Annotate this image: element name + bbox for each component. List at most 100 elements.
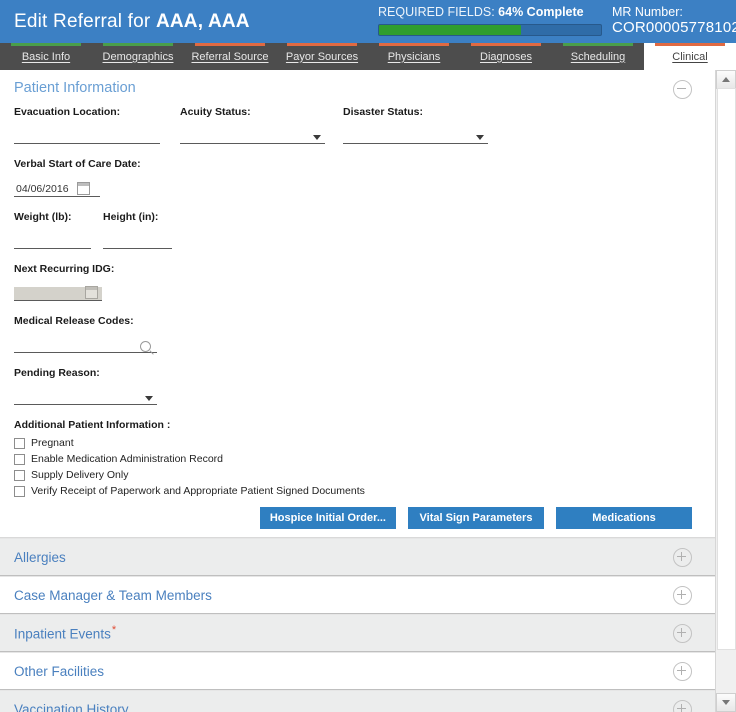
patient-name: AAA, AAA	[155, 10, 250, 32]
disaster-status-dropdown[interactable]	[343, 130, 488, 144]
tab-status-indicator	[103, 43, 173, 46]
tab-label: Payor Sources	[285, 50, 359, 63]
section-title: Inpatient Events*	[0, 624, 116, 642]
pending-reason-dropdown[interactable]	[14, 391, 157, 405]
checkbox-icon[interactable]	[14, 437, 25, 449]
next-recurring-idg-input	[14, 286, 102, 301]
additional-patient-information-checkboxes: Pregnant Enable Medication Administration…	[14, 437, 716, 497]
patient-information-panel: Patient Information Evacuation Location:…	[0, 70, 716, 538]
tab-label: Physicians	[387, 50, 441, 63]
tab-scheduling[interactable]: Scheduling	[552, 43, 644, 70]
acuity-status-label: Acuity Status:	[180, 106, 251, 118]
verbal-start-of-care-field: Verbal Start of Care Date: 04/06/2016	[14, 158, 141, 197]
checkbox-icon[interactable]	[14, 453, 25, 465]
circle-plus-icon[interactable]	[673, 700, 692, 712]
scroll-down-button[interactable]	[716, 693, 736, 712]
medical-release-codes-field: Medical Release Codes:	[14, 315, 157, 353]
tab-status-indicator	[287, 43, 357, 46]
checkbox-row[interactable]: Supply Delivery Only	[14, 469, 716, 481]
calendar-icon	[85, 286, 98, 299]
section-label: Other Facilities	[14, 663, 105, 679]
section-inpatient-events[interactable]: Inpatient Events*	[0, 614, 716, 652]
button-medications[interactable]: Medications	[556, 507, 692, 529]
verbal-start-of-care-label: Verbal Start of Care Date:	[14, 158, 141, 170]
tab-status-indicator	[655, 43, 725, 46]
pending-reason-field: Pending Reason:	[14, 367, 157, 405]
content-area: Patient Information Evacuation Location:…	[0, 70, 716, 712]
progress-track	[378, 24, 602, 36]
section-title: Other Facilities	[0, 664, 104, 679]
collapsible-sections: Allergies Case Manager & Team Members Inpa…	[0, 538, 716, 712]
height-field: Height (in):	[103, 211, 172, 249]
tab-demographics[interactable]: Demographics	[92, 43, 184, 70]
section-other-facilities[interactable]: Other Facilities	[0, 652, 716, 690]
progress-label: REQUIRED FIELDS: 64% Complete	[378, 4, 602, 20]
tab-basic-info[interactable]: Basic Info	[0, 43, 92, 70]
mr-number-value: COR00005778102	[612, 19, 736, 36]
collapse-patient-information-button[interactable]	[673, 80, 692, 104]
tab-diagnoses[interactable]: Diagnoses	[460, 43, 552, 70]
patient-information-title: Patient Information	[14, 80, 136, 96]
tab-referral-source[interactable]: Referral Source	[184, 43, 276, 70]
checkbox-row[interactable]: Pregnant	[14, 437, 716, 449]
checkbox-row[interactable]: Verify Receipt of Paperwork and Appropri…	[14, 485, 716, 497]
checkbox-icon[interactable]	[14, 469, 25, 481]
checkbox-label: Pregnant	[31, 437, 74, 449]
app-header: Edit Referral for AAA, AAA REQUIRED FIEL…	[0, 0, 736, 43]
tab-label: Demographics	[102, 50, 174, 63]
scroll-up-button[interactable]	[716, 70, 736, 89]
acuity-status-dropdown[interactable]	[180, 130, 325, 144]
tab-label: Basic Info	[21, 50, 71, 63]
next-recurring-idg-label: Next Recurring IDG:	[14, 263, 115, 275]
required-fields-progress: REQUIRED FIELDS: 64% Complete	[378, 4, 602, 36]
checkbox-icon[interactable]	[14, 485, 25, 497]
disaster-status-field: Disaster Status:	[343, 106, 488, 144]
verbal-start-of-care-input[interactable]: 04/06/2016	[14, 182, 100, 197]
circle-plus-icon[interactable]	[673, 662, 692, 681]
height-input[interactable]	[103, 235, 172, 249]
tab-payor-sources[interactable]: Payor Sources	[276, 43, 368, 70]
section-title: Vaccination History	[0, 702, 129, 712]
section-title: Allergies	[0, 550, 66, 565]
evacuation-location-input[interactable]	[14, 130, 160, 144]
evacuation-location-label: Evacuation Location:	[14, 106, 121, 118]
circle-plus-icon[interactable]	[673, 586, 692, 605]
progress-label-prefix: REQUIRED FIELDS:	[378, 5, 499, 19]
tab-physicians[interactable]: Physicians	[368, 43, 460, 70]
additional-patient-information-label: Additional Patient Information :	[14, 419, 171, 431]
search-icon[interactable]	[140, 341, 151, 352]
edit-referral-window: Edit Referral for AAA, AAA REQUIRED FIEL…	[0, 0, 736, 712]
form-row-location-status: Evacuation Location: Acuity Status: Disa…	[14, 106, 716, 158]
calendar-icon[interactable]	[77, 182, 90, 195]
section-label: Inpatient Events	[14, 626, 111, 642]
button-vital-sign-parameters[interactable]: Vital Sign Parameters	[408, 507, 544, 529]
circle-plus-icon[interactable]	[673, 624, 692, 643]
scrollbar-thumb[interactable]	[717, 88, 736, 650]
evacuation-location-field: Evacuation Location:	[14, 106, 160, 144]
section-allergies[interactable]: Allergies	[0, 538, 716, 576]
section-case-manager-team-members[interactable]: Case Manager & Team Members	[0, 576, 716, 614]
tab-status-indicator	[379, 43, 449, 46]
medical-release-codes-input[interactable]	[14, 339, 157, 353]
section-vaccination-history[interactable]: Vaccination History	[0, 690, 716, 712]
height-label: Height (in):	[103, 211, 159, 223]
circle-plus-icon[interactable]	[673, 548, 692, 567]
tab-status-indicator	[563, 43, 633, 46]
section-label: Case Manager & Team Members	[14, 587, 212, 603]
pending-reason-label: Pending Reason:	[14, 367, 100, 379]
chevron-up-icon	[722, 77, 730, 82]
tab-label: Referral Source	[191, 50, 269, 63]
acuity-status-field: Acuity Status:	[180, 106, 325, 144]
section-label: Vaccination History	[14, 701, 129, 712]
progress-fill	[379, 25, 522, 35]
page-title: Edit Referral for AAA, AAA	[0, 11, 250, 33]
checkbox-row[interactable]: Enable Medication Administration Record	[14, 453, 716, 465]
patient-information-form: Evacuation Location: Acuity Status: Disa…	[0, 106, 716, 497]
weight-input[interactable]	[14, 235, 91, 249]
weight-label: Weight (lb):	[14, 211, 72, 223]
checkbox-label: Supply Delivery Only	[31, 469, 129, 481]
clinical-action-buttons: Hospice Initial Order... Vital Sign Param…	[0, 507, 716, 529]
button-hospice-initial-order[interactable]: Hospice Initial Order...	[259, 507, 396, 529]
tab-clinical[interactable]: Clinical	[644, 43, 736, 70]
vertical-scrollbar[interactable]	[715, 70, 736, 712]
